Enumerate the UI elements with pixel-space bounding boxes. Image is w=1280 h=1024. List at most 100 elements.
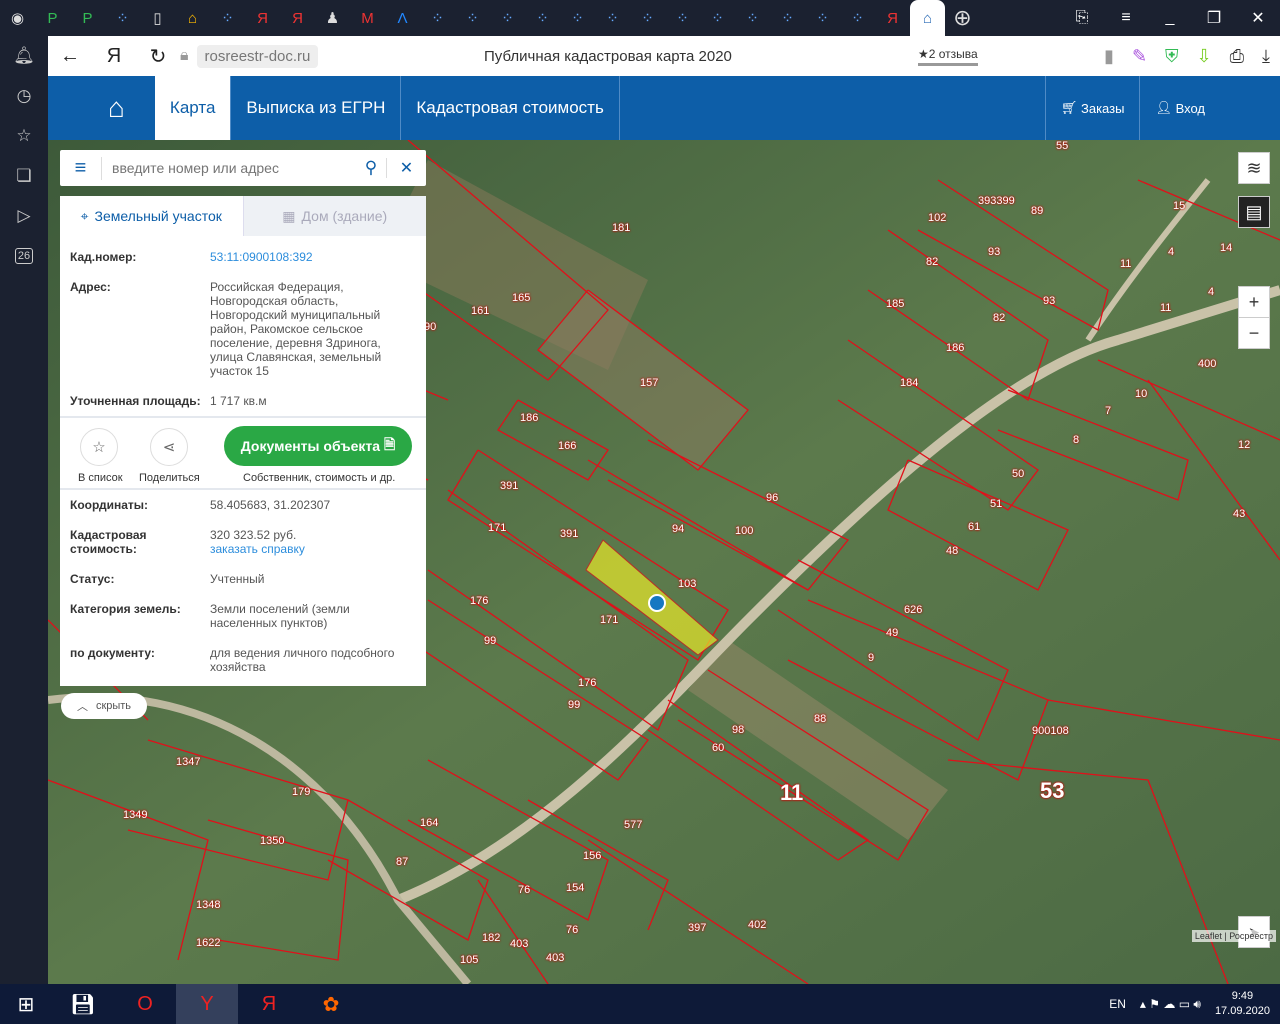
login-button[interactable]: 👤︎ Вход xyxy=(1139,76,1280,140)
tab[interactable]: Λ xyxy=(385,0,420,36)
search-icon[interactable]: ⚲ xyxy=(356,158,386,178)
language-indicator[interactable]: EN xyxy=(1109,997,1126,1011)
permitted-use-value: для ведения личного подсобного хозяйства xyxy=(210,646,395,674)
profile-avatar[interactable]: ◉ xyxy=(0,0,35,36)
map-attribution[interactable]: Leaflet | Росреестр xyxy=(1191,930,1276,942)
nav-map[interactable]: Карта xyxy=(154,76,232,140)
parcel-label: 1347 xyxy=(176,756,201,768)
tab[interactable]: P xyxy=(70,0,105,36)
address-value: Российская Федерация, Новгородская облас… xyxy=(210,280,382,378)
field-label: по документу: xyxy=(70,646,155,660)
zoom-in-button[interactable]: + xyxy=(1238,286,1270,318)
url-field[interactable]: rosreestr-doc.ru xyxy=(196,44,319,68)
tab[interactable]: ⁘ xyxy=(105,0,140,36)
object-documents-button[interactable]: Документы объекта 🗎︎ xyxy=(224,426,412,466)
tray-icons[interactable]: ▴ ⚑ ☁ ▭ 🔊︎ xyxy=(1140,997,1201,1012)
yandex-icon[interactable]: Я xyxy=(92,45,136,68)
tab[interactable]: Я xyxy=(245,0,280,36)
orders-button[interactable]: 🛒︎ Заказы xyxy=(1044,76,1140,140)
collections-icon[interactable]: ❏ xyxy=(0,156,48,196)
location-marker[interactable] xyxy=(648,594,666,612)
downloads-icon[interactable]: ⤓ xyxy=(1262,46,1270,67)
reviews-link[interactable]: ★2 отзыва xyxy=(918,47,978,66)
download-arrow-icon[interactable]: ⇩ xyxy=(1197,46,1212,67)
bell-icon[interactable]: 🔔︎ xyxy=(0,36,48,76)
calendar-icon[interactable]: 26 xyxy=(0,236,48,276)
start-button[interactable]: ⊞ xyxy=(0,984,52,1024)
tab[interactable]: M xyxy=(350,0,385,36)
taskbar-app[interactable]: ✿ xyxy=(300,984,362,1024)
translate-icon[interactable]: ⎙ xyxy=(1230,46,1244,67)
tab[interactable]: ⁘ xyxy=(490,0,525,36)
clear-icon[interactable]: ✕ xyxy=(386,158,426,178)
tab[interactable]: ⁘ xyxy=(455,0,490,36)
tab[interactable]: Я xyxy=(875,0,910,36)
minimize-icon[interactable]: _ xyxy=(1148,0,1192,36)
taskbar-yandex[interactable]: Я xyxy=(238,984,300,1024)
tab[interactable]: ⁘ xyxy=(735,0,770,36)
parcel-label: 100 xyxy=(735,525,754,537)
taskbar-opera[interactable]: O xyxy=(114,984,176,1024)
tab[interactable]: ⁘ xyxy=(665,0,700,36)
tab[interactable]: Я xyxy=(280,0,315,36)
shield-icon[interactable]: ⛨ xyxy=(1165,46,1179,67)
order-certificate-link[interactable]: заказать справку xyxy=(210,542,305,556)
tab[interactable]: ⁘ xyxy=(210,0,245,36)
document-icon: 🗎︎ xyxy=(383,436,396,452)
home-icon[interactable]: ⌂ xyxy=(48,76,155,140)
nav-cadastral-value[interactable]: Кадастровая стоимость xyxy=(401,76,620,140)
tab[interactable]: ⁘ xyxy=(840,0,875,36)
parcel-label: 166 xyxy=(558,440,577,452)
share-button[interactable]: ⋖ xyxy=(150,428,188,466)
zoom-out-button[interactable]: − xyxy=(1238,317,1270,349)
tab-building[interactable]: ▦ Дом (здание) xyxy=(242,196,426,236)
restore-icon[interactable]: ❐ xyxy=(1192,0,1236,36)
clock[interactable]: 9:49 17.09.2020 xyxy=(1215,989,1270,1019)
back-icon[interactable]: ← xyxy=(48,45,92,68)
tab[interactable]: ⌂ xyxy=(175,0,210,36)
ruler-button[interactable]: ▤ xyxy=(1238,196,1270,228)
tab-land-parcel[interactable]: ⌖ Земельный участок xyxy=(60,196,243,236)
close-icon[interactable]: ✕ xyxy=(1236,0,1280,36)
play-icon[interactable]: ▷ xyxy=(0,196,48,236)
star-icon[interactable]: ☆ xyxy=(0,116,48,156)
search-input[interactable] xyxy=(102,160,356,176)
reload-icon[interactable]: ↻ xyxy=(136,44,180,69)
browser-sidebar: 🔔︎ ◷ ☆ ❏ ▷ 26 xyxy=(0,36,48,984)
history-icon[interactable]: ◷ xyxy=(0,76,48,116)
tab[interactable]: ⁘ xyxy=(595,0,630,36)
tab[interactable]: ⁘ xyxy=(420,0,455,36)
parcel-label: 98 xyxy=(732,724,745,736)
tab[interactable]: ⁘ xyxy=(770,0,805,36)
active-tab[interactable]: ⌂ xyxy=(910,0,945,36)
tab[interactable]: P xyxy=(35,0,70,36)
tab[interactable]: ▯ xyxy=(140,0,175,36)
hide-panel-button[interactable]: ︿ скрыть xyxy=(61,693,147,719)
layers-button[interactable]: ≋ xyxy=(1238,152,1270,184)
parcel-label: 96 xyxy=(766,492,779,504)
tab[interactable]: ⁘ xyxy=(700,0,735,36)
nav-egrn-extract[interactable]: Выписка из ЕГРН xyxy=(231,76,402,140)
parcel-label: 11 xyxy=(1160,302,1172,314)
parcel-label: 1349 xyxy=(123,809,148,821)
add-to-list-button[interactable]: ☆ xyxy=(80,428,118,466)
tab[interactable]: ⁘ xyxy=(560,0,595,36)
parcel-label: 4 xyxy=(1168,246,1175,258)
taskbar-app[interactable]: 💾︎ xyxy=(52,984,114,1024)
new-tab-icon[interactable]: ⊕ xyxy=(945,0,980,36)
parcel-label: 156 xyxy=(583,850,602,862)
tab[interactable]: ⁘ xyxy=(630,0,665,36)
bookmarks-icon[interactable]: ⎘ xyxy=(1060,0,1104,36)
menu-icon[interactable]: ≡ xyxy=(1104,0,1148,36)
parcel-label: 1348 xyxy=(196,899,221,911)
cadastral-number-link[interactable]: 53:11:0900108:392 xyxy=(210,250,313,264)
address-bar: ← Я ↻ 🔒︎ rosreestr-doc.ru Публичная када… xyxy=(48,36,1280,76)
building-icon: ▦ xyxy=(282,207,296,224)
pen-icon[interactable]: ✎ xyxy=(1132,46,1147,67)
menu-icon[interactable]: ≡ xyxy=(60,156,102,180)
tab[interactable]: ⁘ xyxy=(525,0,560,36)
tab[interactable]: ⁘ xyxy=(805,0,840,36)
tab[interactable]: ♟ xyxy=(315,0,350,36)
taskbar-yandex-browser[interactable]: Y xyxy=(176,984,238,1024)
bookmark-icon[interactable]: ▮ xyxy=(1104,46,1114,67)
